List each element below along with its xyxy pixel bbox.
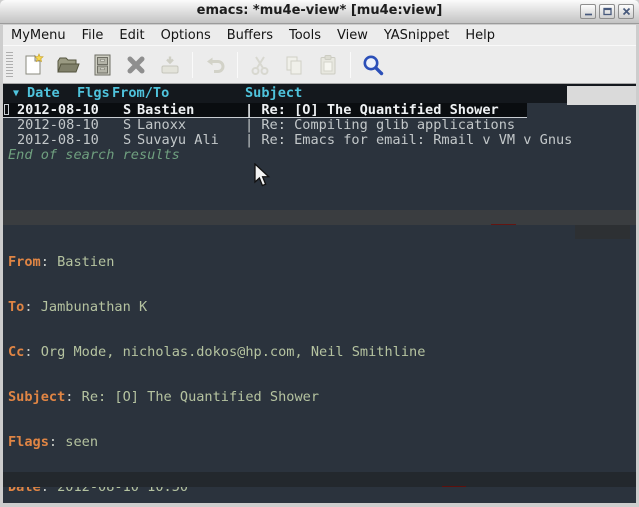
modeline-view[interactable]: *mu4e-view* ( 1, 0) [All/372] [mu4e:view… <box>3 472 636 487</box>
undo-button[interactable] <box>200 50 230 80</box>
echo-area[interactable] <box>3 487 636 503</box>
minimize-button[interactable] <box>580 4 596 19</box>
column-date: Date <box>27 86 60 101</box>
minimize-icon <box>584 7 593 16</box>
header-subject-label: Subject <box>8 389 65 405</box>
save-icon <box>158 53 182 77</box>
cut-button[interactable] <box>245 50 275 80</box>
column-subject: Subject <box>245 86 302 101</box>
copy-icon <box>282 53 306 77</box>
undo-icon <box>203 53 227 77</box>
header-from-label: From <box>8 254 41 270</box>
search-button[interactable] <box>358 50 388 80</box>
column-flags: Flgs <box>77 86 110 101</box>
headers-column-header[interactable]: ▼ Date Flgs From/To Subject <box>3 84 636 103</box>
menu-item-file[interactable]: File <box>74 27 112 44</box>
close-buffer-button[interactable] <box>121 50 151 80</box>
close-buffer-icon <box>124 53 148 77</box>
header-to-label: To <box>8 299 24 315</box>
row-subject: | Re: [O] The Quantified Shower <box>245 103 499 118</box>
header-to-value: Jambunathan K <box>41 299 147 315</box>
header-from-value: Bastien <box>57 254 114 270</box>
row-from: Lanoxx <box>137 118 186 133</box>
row-date: 2012-08-10 <box>17 103 99 118</box>
message-row[interactable]: 2012-08-10 S Lanoxx | Re: Compiling glib… <box>3 118 636 133</box>
menu-item-options[interactable]: Options <box>153 27 219 44</box>
column-from: From/To <box>112 86 169 101</box>
row-from: Suvayu Ali <box>137 133 219 148</box>
menu-bar: MyMenu File Edit Options Buffers Tools V… <box>3 25 636 45</box>
new-file-button[interactable] <box>19 50 49 80</box>
message-view: From: Bastien To: Jambunathan K Cc: Org … <box>3 225 636 503</box>
row-flags: S <box>123 118 131 133</box>
row-from: Bastien <box>137 103 194 118</box>
dired-button[interactable] <box>87 50 117 80</box>
row-flags: S <box>123 103 131 118</box>
titlebar[interactable]: emacs: *mu4e-view* [mu4e:view] <box>0 0 639 24</box>
row-date: 2012-08-10 <box>17 118 99 133</box>
window-controls <box>580 4 634 19</box>
row-subject: | Re: Emacs for email: Rmail v VM v Gnus <box>245 133 572 148</box>
toolbar-drag-handle[interactable] <box>6 52 13 78</box>
toolbar <box>3 45 636 84</box>
message-row[interactable]: 2012-08-10 S Suvayu Ali | Re: Emacs for … <box>3 133 636 148</box>
cut-icon <box>248 53 272 77</box>
toolbar-separator <box>192 52 193 78</box>
close-button[interactable] <box>618 4 634 19</box>
sort-descending-icon: ▼ <box>13 86 19 101</box>
header-cc-label: Cc <box>8 344 24 360</box>
header-subject-value: Re: [O] The Quantified Shower <box>82 389 319 405</box>
header-flags-label: Flags <box>8 434 49 450</box>
header-flags-value: seen <box>65 434 98 450</box>
toolbar-separator <box>350 52 351 78</box>
menu-item-mymenu[interactable]: MyMenu <box>3 27 74 44</box>
emacs-content: ▼ Date Flgs From/To Subject 2012-08-10 S… <box>3 84 636 503</box>
menu-item-edit[interactable]: Edit <box>111 27 152 44</box>
menu-item-view[interactable]: View <box>329 27 376 44</box>
maximize-button[interactable] <box>599 4 615 19</box>
menu-item-help[interactable]: Help <box>457 27 503 44</box>
end-of-search-results: End of search results <box>8 148 180 163</box>
search-icon <box>361 53 385 77</box>
row-subject: | Re: Compiling glib applications <box>245 118 515 133</box>
row-flags: S <box>123 133 131 148</box>
window-title: emacs: *mu4e-view* [mu4e:view] <box>0 3 639 18</box>
header-cc-value: Org Mode, nicholas.dokos@hp.com, Neil Sm… <box>41 344 426 360</box>
file-cabinet-icon <box>91 53 113 77</box>
close-icon <box>622 7 631 16</box>
save-button[interactable] <box>155 50 185 80</box>
mouse-cursor <box>253 163 271 189</box>
row-date: 2012-08-10 <box>17 133 99 148</box>
menu-item-tools[interactable]: Tools <box>281 27 329 44</box>
paste-button[interactable] <box>313 50 343 80</box>
open-file-button[interactable] <box>53 50 83 80</box>
toolbar-separator <box>237 52 238 78</box>
copy-button[interactable] <box>279 50 309 80</box>
modeline-headers[interactable]: *mu4e-headers* ( 1, 0) [All/275] [mu4e-h… <box>3 210 636 225</box>
open-file-icon <box>56 53 80 77</box>
fringe-indicator <box>4 104 9 115</box>
emacs-window: emacs: *mu4e-view* [mu4e:view] MyMenu Fi… <box>0 0 639 507</box>
new-file-icon <box>23 53 45 77</box>
menu-item-yasnippet[interactable]: YASnippet <box>376 27 458 44</box>
view-scrollbar-thumb[interactable] <box>575 225 630 239</box>
message-row-selected[interactable]: 2012-08-10 S Bastien | Re: [O] The Quant… <box>3 103 636 118</box>
maximize-icon <box>603 7 612 16</box>
menu-item-buffers[interactable]: Buffers <box>219 27 281 44</box>
paste-icon <box>316 53 340 77</box>
